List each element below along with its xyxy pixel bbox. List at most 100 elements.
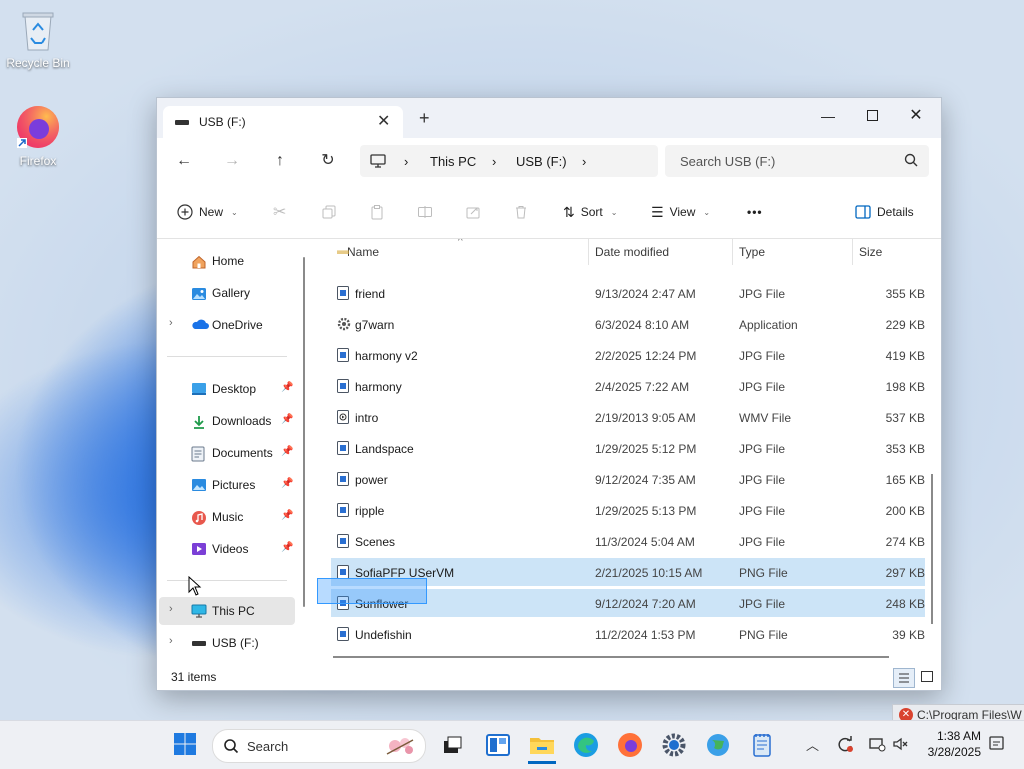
tiles-view-button[interactable] [917, 668, 937, 686]
pin-icon: 📌 [281, 510, 294, 521]
details-button[interactable]: Details [855, 202, 914, 222]
file-explorer-taskbar-button[interactable] [528, 731, 556, 764]
mouse-cursor-icon [188, 576, 202, 596]
breadcrumb-this-pc[interactable]: This PC [430, 154, 476, 169]
forward-button[interactable]: → [219, 148, 245, 174]
maps-button[interactable] [704, 731, 732, 759]
copy-button[interactable] [321, 202, 337, 222]
tiles-view-icon [921, 671, 933, 682]
sidebar-item-onedrive[interactable]: › OneDrive [157, 311, 297, 339]
chevron-right-icon[interactable]: › [169, 317, 173, 329]
desktop-icon-recycle-bin[interactable]: Recycle Bin [0, 8, 76, 70]
new-tab-button[interactable]: + [419, 108, 430, 129]
horizontal-scrollbar[interactable] [333, 656, 889, 658]
desktop-icon-firefox[interactable]: Firefox [0, 104, 76, 168]
this-pc-icon [191, 604, 207, 618]
sidebar-item-gallery[interactable]: Gallery [157, 279, 297, 307]
edge-button[interactable] [572, 731, 600, 759]
share-button[interactable] [465, 202, 481, 222]
file-date: 6/3/2024 8:10 AM [595, 318, 690, 332]
sidebar-item-documents[interactable]: Documents 📌 [157, 439, 297, 467]
pin-icon: 📌 [281, 446, 294, 457]
table-row[interactable]: Landspace 1/29/2025 5:12 PM JPG File 353… [331, 434, 925, 462]
file-type: Application [739, 318, 798, 332]
table-row[interactable]: ripple 1/29/2025 5:13 PM JPG File 200 KB [331, 496, 925, 524]
file-name: power [355, 473, 388, 487]
sidebar-item-home[interactable]: Home [157, 247, 297, 275]
title-bar: USB (F:) ✕ + — ✕ [157, 98, 941, 138]
network-icon[interactable] [868, 735, 886, 753]
table-row[interactable]: Undefishin 11/2/2024 1:53 PM PNG File 39… [331, 620, 925, 648]
task-view-button[interactable] [438, 731, 466, 759]
chevron-right-icon[interactable]: › [169, 635, 173, 647]
folder-icon: ▬ [337, 247, 349, 257]
table-row[interactable]: Scenes 11/3/2024 5:04 AM JPG File 274 KB [331, 527, 925, 555]
sort-button[interactable]: ⇅ Sort ⌄ [563, 202, 617, 222]
table-row[interactable]: harmony 2/4/2025 7:22 AM JPG File 198 KB [331, 372, 925, 400]
chevron-right-icon: › [492, 154, 497, 169]
sidebar-item-downloads[interactable]: Downloads 📌 [157, 407, 297, 435]
file-size: 198 KB [885, 380, 925, 394]
refresh-button[interactable]: ↻ [315, 148, 341, 174]
tab-usb[interactable]: USB (F:) ✕ [163, 106, 403, 138]
sidebar-item-label: Pictures [212, 478, 256, 492]
start-button[interactable] [172, 731, 200, 759]
chevron-right-icon[interactable]: › [169, 603, 173, 615]
cut-button[interactable]: ✂ [273, 202, 286, 222]
close-tab-icon[interactable]: ✕ [377, 111, 390, 131]
new-button[interactable]: New ⌄ [177, 202, 238, 222]
image-file-icon [337, 348, 349, 362]
widgets-button[interactable] [484, 731, 512, 759]
sync-icon[interactable] [836, 735, 854, 753]
table-row[interactable]: power 9/12/2024 7:35 AM JPG File 165 KB [331, 465, 925, 493]
volume-muted-icon[interactable] [892, 735, 910, 753]
sidebar-item-this-pc[interactable]: › This PC [159, 597, 295, 625]
clock[interactable]: 1:38 AM 3/28/2025 [915, 729, 981, 759]
sidebar-item-music[interactable]: Music 📌 [157, 503, 297, 531]
file-date: 2/21/2025 10:15 AM [595, 566, 703, 580]
table-row[interactable]: friend 9/13/2024 2:47 AM JPG File 355 KB [331, 279, 925, 307]
table-row[interactable]: harmony v2 2/2/2025 12:24 PM JPG File 41… [331, 341, 925, 369]
sort-label: Sort [580, 205, 603, 219]
sidebar-item-label: Gallery [212, 286, 251, 300]
address-bar[interactable]: › This PC › USB (F:) › [360, 145, 658, 177]
notepad-button[interactable] [748, 731, 776, 759]
file-name: intro [355, 411, 379, 425]
firefox-taskbar-button[interactable] [616, 731, 644, 759]
maximize-button[interactable] [849, 102, 895, 130]
pictures-icon [192, 479, 206, 491]
sidebar-item-label: Documents [212, 446, 273, 460]
close-window-button[interactable]: ✕ [893, 102, 939, 130]
delete-button[interactable] [513, 202, 529, 222]
breadcrumb-usb[interactable]: USB (F:) [516, 154, 567, 169]
image-file-icon [337, 286, 349, 300]
notification-bell-icon[interactable] [988, 735, 1006, 753]
table-row-partial[interactable]: ▬ [331, 247, 925, 257]
rename-button[interactable] [417, 202, 433, 222]
sidebar-item-desktop[interactable]: Desktop 📌 [157, 375, 297, 403]
table-row[interactable]: intro 2/19/2013 9:05 AM WMV File 537 KB [331, 403, 925, 431]
show-hidden-icons-button[interactable]: ︿ [806, 735, 819, 754]
up-button[interactable]: ↑ [267, 148, 293, 174]
view-button[interactable]: ☰ View ⌄ [651, 202, 710, 222]
minimize-button[interactable]: — [805, 102, 851, 130]
table-row[interactable]: g7warn 6/3/2024 8:10 AM Application 229 … [331, 310, 925, 338]
file-type: JPG File [739, 504, 786, 518]
search-box[interactable]: Search USB (F:) [665, 145, 929, 177]
vertical-scrollbar[interactable] [931, 474, 933, 624]
more-options-button[interactable]: ••• [747, 202, 763, 222]
paste-button[interactable] [369, 202, 385, 222]
sidebar-item-usb[interactable]: › USB (F:) [157, 629, 297, 657]
details-view-button[interactable] [893, 668, 915, 688]
file-name: Scenes [355, 535, 396, 549]
documents-icon [191, 446, 205, 462]
taskbar-search-placeholder: Search [247, 739, 289, 754]
videos-icon [192, 543, 206, 555]
sidebar-scrollbar[interactable] [303, 257, 305, 607]
sidebar-item-pictures[interactable]: Pictures 📌 [157, 471, 297, 499]
taskbar-search[interactable]: Search [212, 729, 426, 763]
sidebar-item-videos[interactable]: Videos 📌 [157, 535, 297, 563]
back-button[interactable]: ← [171, 148, 197, 174]
settings-button[interactable] [660, 731, 688, 759]
image-file-icon [337, 534, 349, 548]
